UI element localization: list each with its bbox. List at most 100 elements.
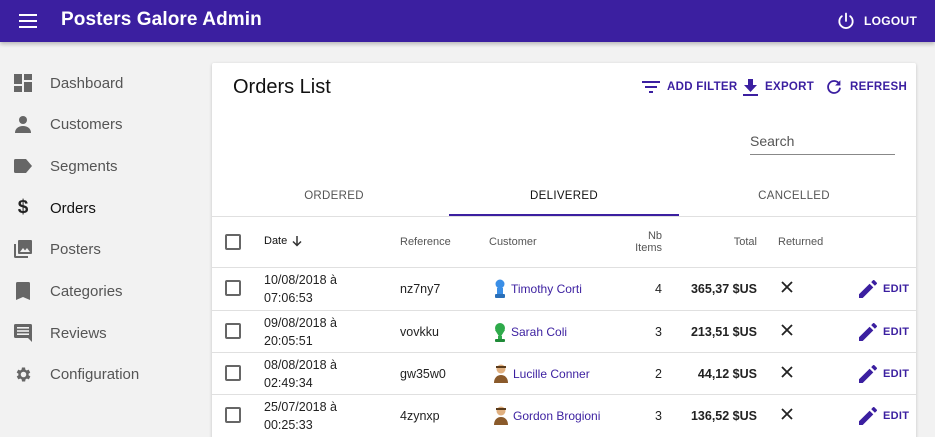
orders-list-card: Orders List ADD FILTER EXPORT REFRESH OR… bbox=[212, 63, 916, 437]
filter-icon bbox=[642, 81, 660, 93]
order-date: 10/08/2018 à 07:06:53 bbox=[264, 273, 337, 305]
row-checkbox[interactable] bbox=[225, 365, 241, 381]
column-header-returned[interactable]: Returned bbox=[778, 236, 823, 248]
refresh-button[interactable]: REFRESH bbox=[825, 77, 907, 97]
column-header-date[interactable]: Date bbox=[264, 235, 302, 247]
add-filter-button[interactable]: ADD FILTER bbox=[642, 77, 738, 97]
order-total: 213,51 $US bbox=[690, 325, 757, 339]
order-reference: nz7ny7 bbox=[400, 282, 441, 296]
edit-label: EDIT bbox=[883, 283, 910, 295]
order-reference: 4zynxp bbox=[400, 409, 440, 423]
edit-button[interactable]: EDIT bbox=[859, 365, 909, 383]
close-icon bbox=[781, 366, 793, 378]
sidebar-item-label: Categories bbox=[50, 282, 123, 300]
edit-icon bbox=[859, 280, 877, 298]
menu-button[interactable] bbox=[14, 8, 42, 34]
edit-label: EDIT bbox=[883, 410, 910, 422]
app-title: Posters Galore Admin bbox=[61, 9, 262, 30]
sort-down-arrow-icon bbox=[292, 235, 302, 247]
add-filter-label: ADD FILTER bbox=[667, 81, 738, 93]
customer-name: Timothy Corti bbox=[511, 282, 582, 296]
customer-link[interactable]: Lucille Conner bbox=[492, 363, 590, 385]
dashboard-icon bbox=[13, 73, 33, 93]
edit-button[interactable]: EDIT bbox=[859, 407, 909, 425]
sidebar-item-customers[interactable]: Customers bbox=[0, 104, 210, 144]
avatar bbox=[494, 364, 508, 383]
order-date: 09/08/2018 à 20:05:51 bbox=[264, 316, 337, 348]
table-row[interactable]: 25/07/2018 à 00:25:33 4zynxp Gordon Brog… bbox=[212, 395, 916, 437]
tab-ordered[interactable]: ORDERED bbox=[219, 175, 449, 217]
avatar bbox=[494, 406, 508, 425]
order-total: 365,37 $US bbox=[690, 282, 757, 296]
sidebar-item-orders[interactable]: $ Orders bbox=[0, 188, 210, 228]
sidebar-item-label: Reviews bbox=[50, 324, 107, 342]
sidebar-item-label: Posters bbox=[50, 240, 101, 258]
logout-button[interactable]: LOGOUT bbox=[836, 10, 917, 32]
customer-link[interactable]: Timothy Corti bbox=[492, 278, 582, 300]
comment-icon bbox=[13, 323, 33, 343]
refresh-label: REFRESH bbox=[850, 81, 908, 93]
menu-icon bbox=[19, 14, 37, 28]
search-field bbox=[750, 129, 895, 155]
select-all-checkbox[interactable] bbox=[225, 234, 241, 250]
close-icon bbox=[781, 281, 793, 293]
column-header-total[interactable]: Total bbox=[717, 236, 757, 248]
refresh-icon bbox=[827, 80, 841, 94]
search-input[interactable] bbox=[750, 129, 895, 153]
row-checkbox[interactable] bbox=[225, 323, 241, 339]
close-icon bbox=[781, 408, 793, 420]
sidebar-item-posters[interactable]: Posters bbox=[0, 229, 210, 269]
row-checkbox[interactable] bbox=[225, 280, 241, 296]
order-reference: vovkku bbox=[400, 325, 439, 339]
dollar-icon: $ bbox=[17, 197, 29, 218]
column-header-date-label: Date bbox=[264, 235, 288, 247]
sidebar-item-label: Configuration bbox=[50, 365, 140, 383]
sidebar-item-segments[interactable]: Segments bbox=[0, 146, 210, 186]
order-total: 136,52 $US bbox=[690, 409, 757, 423]
table-row[interactable]: 08/08/2018 à 02:49:34 gw35w0 Lucille Con… bbox=[212, 353, 916, 395]
edit-icon bbox=[859, 365, 877, 383]
tab-cancelled[interactable]: CANCELLED bbox=[679, 175, 909, 217]
table-row[interactable]: 10/08/2018 à 07:06:53 nz7ny7 Timothy Cor… bbox=[212, 268, 916, 310]
row-checkbox[interactable] bbox=[225, 407, 241, 423]
label-icon bbox=[13, 156, 33, 176]
edit-button[interactable]: EDIT bbox=[859, 280, 909, 298]
avatar bbox=[495, 279, 505, 298]
order-reference: gw35w0 bbox=[400, 367, 446, 381]
page-title: Orders List bbox=[233, 76, 331, 98]
order-date: 08/08/2018 à 02:49:34 bbox=[264, 358, 337, 390]
tabs-divider bbox=[212, 216, 916, 217]
power-icon bbox=[838, 12, 854, 29]
export-label: EXPORT bbox=[765, 81, 815, 93]
export-button[interactable]: EXPORT bbox=[743, 77, 814, 97]
customer-link[interactable]: Gordon Brogioni bbox=[492, 405, 600, 427]
column-header-nb-items[interactable]: Nb Items bbox=[630, 230, 662, 254]
edit-label: EDIT bbox=[883, 326, 910, 338]
settings-icon bbox=[13, 364, 33, 384]
order-total: 44,12 $US bbox=[697, 367, 757, 381]
sidebar-item-label: Customers bbox=[50, 115, 123, 133]
sidebar-item-categories[interactable]: Categories bbox=[0, 271, 210, 311]
customer-name: Gordon Brogioni bbox=[513, 409, 601, 423]
table-row[interactable]: 09/08/2018 à 20:05:51 vovkku Sarah Coli … bbox=[212, 311, 916, 353]
edit-icon bbox=[859, 407, 877, 425]
edit-label: EDIT bbox=[883, 368, 910, 380]
customer-link[interactable]: Sarah Coli bbox=[492, 321, 567, 343]
sidebar-item-reviews[interactable]: Reviews bbox=[0, 313, 210, 353]
customer-name: Lucille Conner bbox=[513, 367, 590, 381]
download-icon bbox=[743, 78, 758, 96]
sidebar-item-label: Orders bbox=[50, 199, 96, 217]
column-header-customer[interactable]: Customer bbox=[489, 236, 537, 248]
collections-icon bbox=[13, 239, 33, 259]
edit-icon bbox=[859, 323, 877, 341]
edit-button[interactable]: EDIT bbox=[859, 323, 909, 341]
sidebar-item-label: Dashboard bbox=[50, 74, 124, 92]
customer-name: Sarah Coli bbox=[511, 325, 568, 339]
sidebar-item-dashboard[interactable]: Dashboard bbox=[0, 63, 210, 103]
sidebar-item-label: Segments bbox=[50, 157, 118, 175]
column-header-reference[interactable]: Reference bbox=[400, 236, 451, 248]
tab-delivered[interactable]: DELIVERED bbox=[449, 175, 679, 217]
logout-label: LOGOUT bbox=[864, 14, 918, 28]
avatar bbox=[495, 323, 505, 342]
sidebar-item-configuration[interactable]: Configuration bbox=[0, 354, 210, 394]
